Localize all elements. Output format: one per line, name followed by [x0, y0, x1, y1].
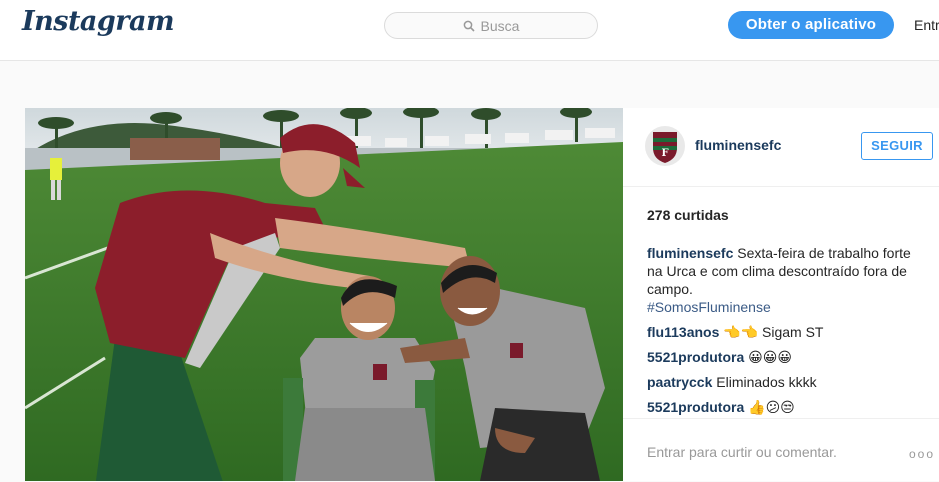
comment-item: paatrycck Eliminados kkkk — [647, 373, 927, 391]
svg-text:F: F — [661, 148, 668, 159]
search-input[interactable]: Busca — [384, 12, 598, 39]
comment-list: flu113anos 👈👈 Sigam ST 5521produtora 😀😀😀… — [647, 323, 927, 423]
instagram-logo[interactable]: Instagram — [22, 6, 175, 37]
get-app-button[interactable]: Obter o aplicativo — [728, 11, 894, 39]
comment-text: 😀😀😀 — [748, 349, 792, 365]
caption-username[interactable]: fluminensefc — [647, 245, 733, 261]
post-caption: fluminensefc Sexta-feira de trabalho for… — [647, 244, 917, 316]
search-icon — [463, 20, 475, 32]
comment-item: 5521produtora 😀😀😀 — [647, 348, 927, 366]
post-footer: Entrar para curtir ou comentar. ooo — [623, 418, 939, 482]
login-to-like-link[interactable]: Entrar para curtir ou comentar. — [647, 444, 837, 460]
post-photo[interactable] — [25, 108, 623, 481]
comment-username[interactable]: paatrycck — [647, 374, 712, 390]
likes-count[interactable]: 278 curtidas — [647, 207, 729, 223]
club-crest-icon: F — [645, 126, 685, 166]
comment-item: flu113anos 👈👈 Sigam ST — [647, 323, 927, 341]
top-navbar: Instagram Busca Obter o aplicativo Entra… — [0, 0, 939, 61]
post-image — [25, 108, 623, 481]
follow-button[interactable]: SEGUIR — [861, 132, 933, 160]
comment-username[interactable]: 5521produtora — [647, 349, 744, 365]
avatar[interactable]: F — [645, 126, 685, 166]
post-header: F fluminensefc SEGUIR — [623, 108, 939, 187]
comment-username[interactable]: 5521produtora — [647, 399, 744, 415]
comment-username[interactable]: flu113anos — [647, 324, 719, 340]
post-username[interactable]: fluminensefc — [695, 137, 781, 153]
comment-item: 5521produtora 👍😕😒 — [647, 398, 927, 416]
post-sidebar: F fluminensefc SEGUIR 278 curtidas flumi… — [623, 108, 939, 481]
comment-text: 👈👈 Sigam ST — [723, 324, 824, 340]
comment-text: 👍😕😒 — [748, 399, 795, 415]
login-link[interactable]: Entrar — [914, 17, 939, 33]
comment-text: Eliminados kkkk — [716, 374, 817, 390]
caption-hashtag[interactable]: #SomosFluminense — [647, 298, 917, 316]
search-placeholder: Busca — [480, 17, 520, 34]
more-options-icon[interactable]: ooo — [909, 447, 935, 461]
